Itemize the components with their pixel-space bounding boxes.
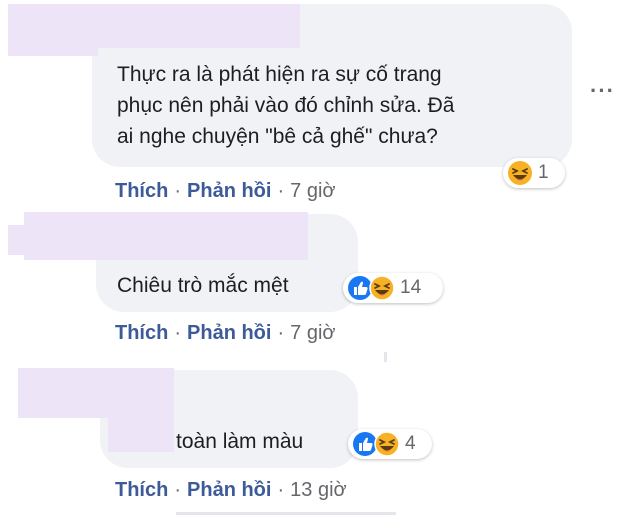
comment-time[interactable]: 7 giờ: [290, 180, 335, 202]
comment-text: toàn làm màu: [176, 430, 304, 453]
thread-line: [176, 512, 396, 515]
reply-link[interactable]: Phản hồi: [187, 322, 271, 344]
redacted-author: [8, 4, 300, 48]
reaction-count: 4: [405, 433, 416, 454]
haha-reaction-icon: [369, 275, 395, 301]
comment-time[interactable]: 13 giờ: [290, 479, 346, 501]
more-options-icon[interactable]: ···: [590, 78, 615, 104]
reaction-summary[interactable]: 4: [348, 429, 432, 459]
redacted-author: [24, 212, 308, 260]
reply-link[interactable]: Phản hồi: [187, 479, 271, 501]
comment-time[interactable]: 7 giờ: [290, 322, 335, 344]
comment-actions: Thích · Phản hồi · 7 giờ: [115, 180, 336, 202]
like-link[interactable]: Thích: [115, 322, 168, 344]
redacted-author: [8, 225, 26, 255]
reaction-summary[interactable]: 1: [503, 158, 565, 188]
like-link[interactable]: Thích: [115, 180, 168, 202]
reaction-count: 1: [538, 162, 549, 183]
comment-text: Chiêu trò mắc mệt: [117, 274, 289, 297]
comment-text: Thực ra là phát hiện ra sự cố trang phục…: [117, 63, 455, 148]
comment-actions: Thích · Phản hồi · 13 giờ: [115, 479, 347, 501]
reaction-summary[interactable]: 14: [343, 273, 443, 303]
redacted-author: [108, 412, 174, 452]
haha-reaction-icon: [508, 161, 532, 185]
reaction-count: 14: [400, 277, 422, 298]
thread-line: [384, 352, 387, 362]
reply-link[interactable]: Phản hồi: [187, 180, 271, 202]
comment-actions: Thích · Phản hồi · 7 giờ: [115, 322, 336, 344]
like-link[interactable]: Thích: [115, 479, 168, 501]
redacted-author: [8, 44, 98, 56]
redacted-author: [18, 368, 174, 418]
haha-reaction-icon: [374, 431, 400, 457]
